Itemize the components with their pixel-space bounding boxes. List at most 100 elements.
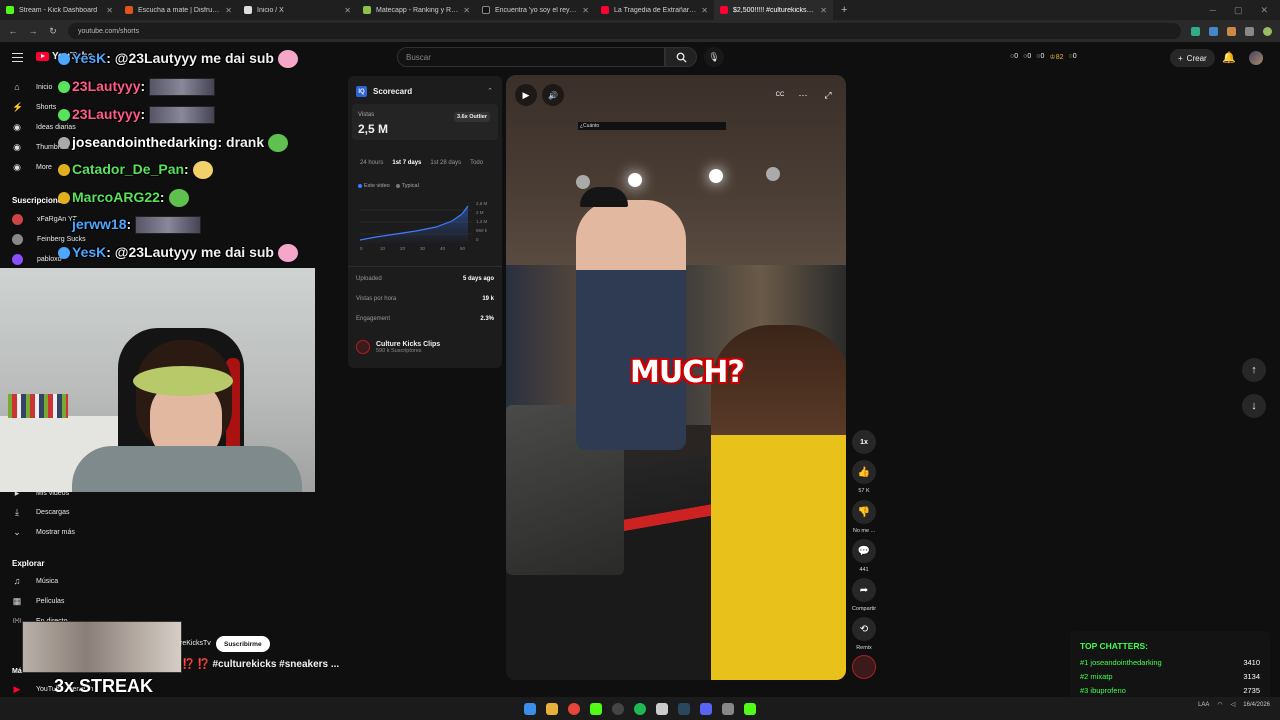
expand-icon: ⤢ [824, 89, 832, 100]
app-icon[interactable] [722, 702, 734, 715]
sidebar-item-label: Música [36, 577, 59, 585]
tab-first-7-days[interactable]: 1st 7 days [392, 160, 421, 166]
tab-favicon [244, 6, 252, 14]
obs-icon[interactable] [612, 702, 624, 715]
stat-item: ○0 [1023, 53, 1032, 60]
play-icon: ▶ [522, 89, 530, 100]
fullscreen-button[interactable]: ⤢ [817, 84, 839, 106]
x-tick: 50 [460, 246, 466, 251]
create-button[interactable]: + Crear [1170, 49, 1215, 67]
x-tick: 0 [360, 246, 363, 251]
browser-tab[interactable]: Encuentra 'yo soy el rey del un ✕ [476, 0, 595, 20]
chat-username: 23Lautyyy [72, 78, 141, 94]
app-icon[interactable] [656, 702, 668, 715]
close-window-icon[interactable]: ✕ [1260, 5, 1268, 16]
back-icon[interactable]: ← [8, 26, 18, 36]
emote-icon [149, 106, 216, 125]
browser-tab[interactable]: Stream - Kick Dashboard ✕ [0, 0, 119, 20]
share-label: Compartir [851, 606, 877, 612]
top-chatters-title: TOP CHATTERS: [1080, 641, 1149, 651]
explore-heading: Explorar [12, 559, 45, 568]
music-icon: ♫ [13, 576, 21, 586]
captions-button[interactable]: CC [769, 84, 791, 106]
file-explorer-icon[interactable] [546, 702, 558, 715]
chat-text: : [159, 189, 165, 205]
play-button[interactable]: ▶ [515, 84, 537, 106]
close-icon[interactable]: ✕ [701, 6, 708, 15]
close-icon[interactable]: ✕ [106, 6, 113, 15]
y-tick: 650 k [476, 228, 488, 233]
subscribe-button[interactable]: Suscribirme [216, 636, 270, 652]
audio-source-avatar[interactable] [852, 655, 876, 679]
more-options-button[interactable]: ⋯ [792, 84, 814, 106]
tab-first-28-days[interactable]: 1st 28 days [430, 160, 461, 166]
new-tab-button[interactable]: + [833, 4, 855, 16]
webcam-person [72, 446, 302, 492]
share-button[interactable]: ➦ [852, 578, 876, 602]
video-channel-name[interactable]: reKicksTv [180, 640, 211, 647]
chat-text: : [140, 106, 146, 122]
remix-button[interactable]: ⟲ [852, 617, 876, 641]
close-icon[interactable]: ✕ [344, 6, 351, 15]
scorecard-channel[interactable]: Culture Kicks Clips 590 k Suscriptores [356, 340, 440, 354]
browser-tab[interactable]: La Tragedia de Extrañar el Pre ✕ [595, 0, 714, 20]
emote-icon [268, 134, 289, 153]
volume-tray-icon[interactable]: ◁ [1231, 701, 1236, 708]
wifi-icon[interactable]: ◠ [1217, 701, 1222, 708]
sidebar-item-show-more[interactable]: ⌄ Mostrar más [12, 527, 75, 537]
playback-speed-button[interactable]: 1x [852, 430, 876, 454]
extension-icon[interactable] [1191, 26, 1200, 36]
voice-search-button[interactable]: 🎙 [704, 47, 724, 67]
tab-favicon [720, 6, 728, 14]
browser-tab[interactable]: Matecapp - Ranking y Racha d ✕ [357, 0, 476, 20]
profile-icon[interactable] [1263, 26, 1272, 36]
close-icon[interactable]: ✕ [820, 6, 827, 15]
next-short-button[interactable]: ↓ [1242, 394, 1266, 418]
search-button[interactable] [665, 47, 697, 67]
tab-all[interactable]: Todo [470, 160, 483, 166]
maximize-icon[interactable]: ▢ [1234, 5, 1243, 16]
close-icon[interactable]: ✕ [463, 6, 470, 15]
language-indicator[interactable]: LAA [1198, 702, 1209, 708]
extension-icon[interactable] [1245, 26, 1254, 36]
url-field[interactable]: youtube.com/shorts [68, 23, 1181, 39]
browser-tab-active[interactable]: $2,500!!!!! #culturekicks #sne ✕ [714, 0, 833, 20]
volume-button[interactable]: 🔊 [542, 84, 564, 106]
kick-icon[interactable] [590, 702, 602, 715]
notifications-bell-icon[interactable]: 🔔 [1222, 51, 1236, 64]
clock-date[interactable]: 16/4/2026 [1243, 702, 1270, 708]
discord-icon[interactable] [700, 702, 712, 715]
chevron-up-icon[interactable]: ⌃ [487, 87, 493, 95]
extension-icon[interactable] [1227, 26, 1236, 36]
tab-favicon [6, 6, 14, 14]
tab-favicon [482, 6, 490, 14]
like-count: 57 K [858, 488, 870, 494]
x-tick: 30 [420, 246, 426, 251]
shorts-video-player[interactable]: ¿Cuánto MUCH? ▶ 🔊 CC ⋯ ⤢ [506, 75, 846, 680]
tab-24-hours[interactable]: 24 hours [360, 160, 383, 166]
chrome-icon[interactable] [568, 702, 580, 715]
steam-icon[interactable] [678, 702, 690, 715]
windows-start-icon[interactable] [524, 702, 536, 715]
sidebar-item-movies[interactable]: ▦ Películas [12, 596, 65, 606]
chat-text: : [184, 161, 189, 177]
dislike-button[interactable]: 👎 [852, 500, 876, 524]
minimize-icon[interactable]: ─ [1210, 5, 1216, 16]
reload-icon[interactable]: ↻ [48, 26, 58, 37]
browser-tab[interactable]: Inicio / X ✕ [238, 0, 357, 20]
sidebar-item-music[interactable]: ♫ Música [12, 576, 59, 586]
previous-short-button[interactable]: ↑ [1242, 358, 1266, 382]
app-icon[interactable] [744, 702, 756, 715]
sidebar-item-downloads[interactable]: ⤓ Descargas [12, 507, 69, 517]
account-avatar[interactable] [1249, 51, 1263, 65]
browser-tab[interactable]: Escucha a mate | Disfruta de la ✕ [119, 0, 238, 20]
close-icon[interactable]: ✕ [225, 6, 232, 15]
chat-message: jerww18: [72, 216, 202, 235]
forward-icon[interactable]: → [28, 26, 38, 36]
extension-icon[interactable] [1209, 26, 1218, 36]
close-icon[interactable]: ✕ [582, 6, 589, 15]
search-input[interactable]: Buscar [397, 47, 665, 67]
comments-button[interactable]: 💬 [852, 539, 876, 563]
spotify-icon[interactable] [634, 702, 646, 715]
like-button[interactable]: 👍 [852, 460, 876, 484]
